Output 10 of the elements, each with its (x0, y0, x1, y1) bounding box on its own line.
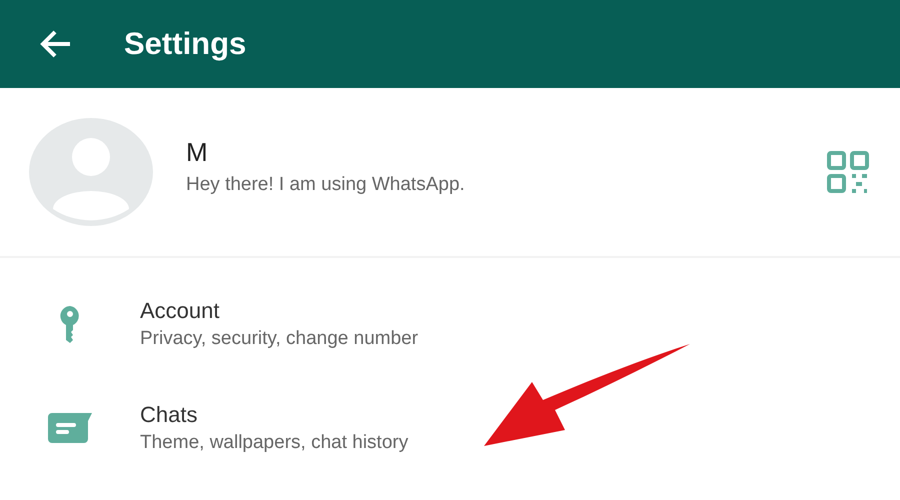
setting-title[interactable]: Chats (140, 402, 408, 428)
setting-title[interactable]: Account (140, 298, 418, 324)
setting-description: Theme, wallpapers, chat history (140, 432, 408, 454)
profile-status: Hey there! I am using WhatsApp. (186, 174, 466, 196)
screen-title: Settings (124, 26, 246, 62)
message-icon (48, 413, 92, 443)
profile-name: M (186, 136, 209, 168)
qr-code-button[interactable] (826, 150, 870, 194)
key-icon (59, 305, 81, 343)
setting-description: Privacy, security, change number (140, 328, 418, 350)
